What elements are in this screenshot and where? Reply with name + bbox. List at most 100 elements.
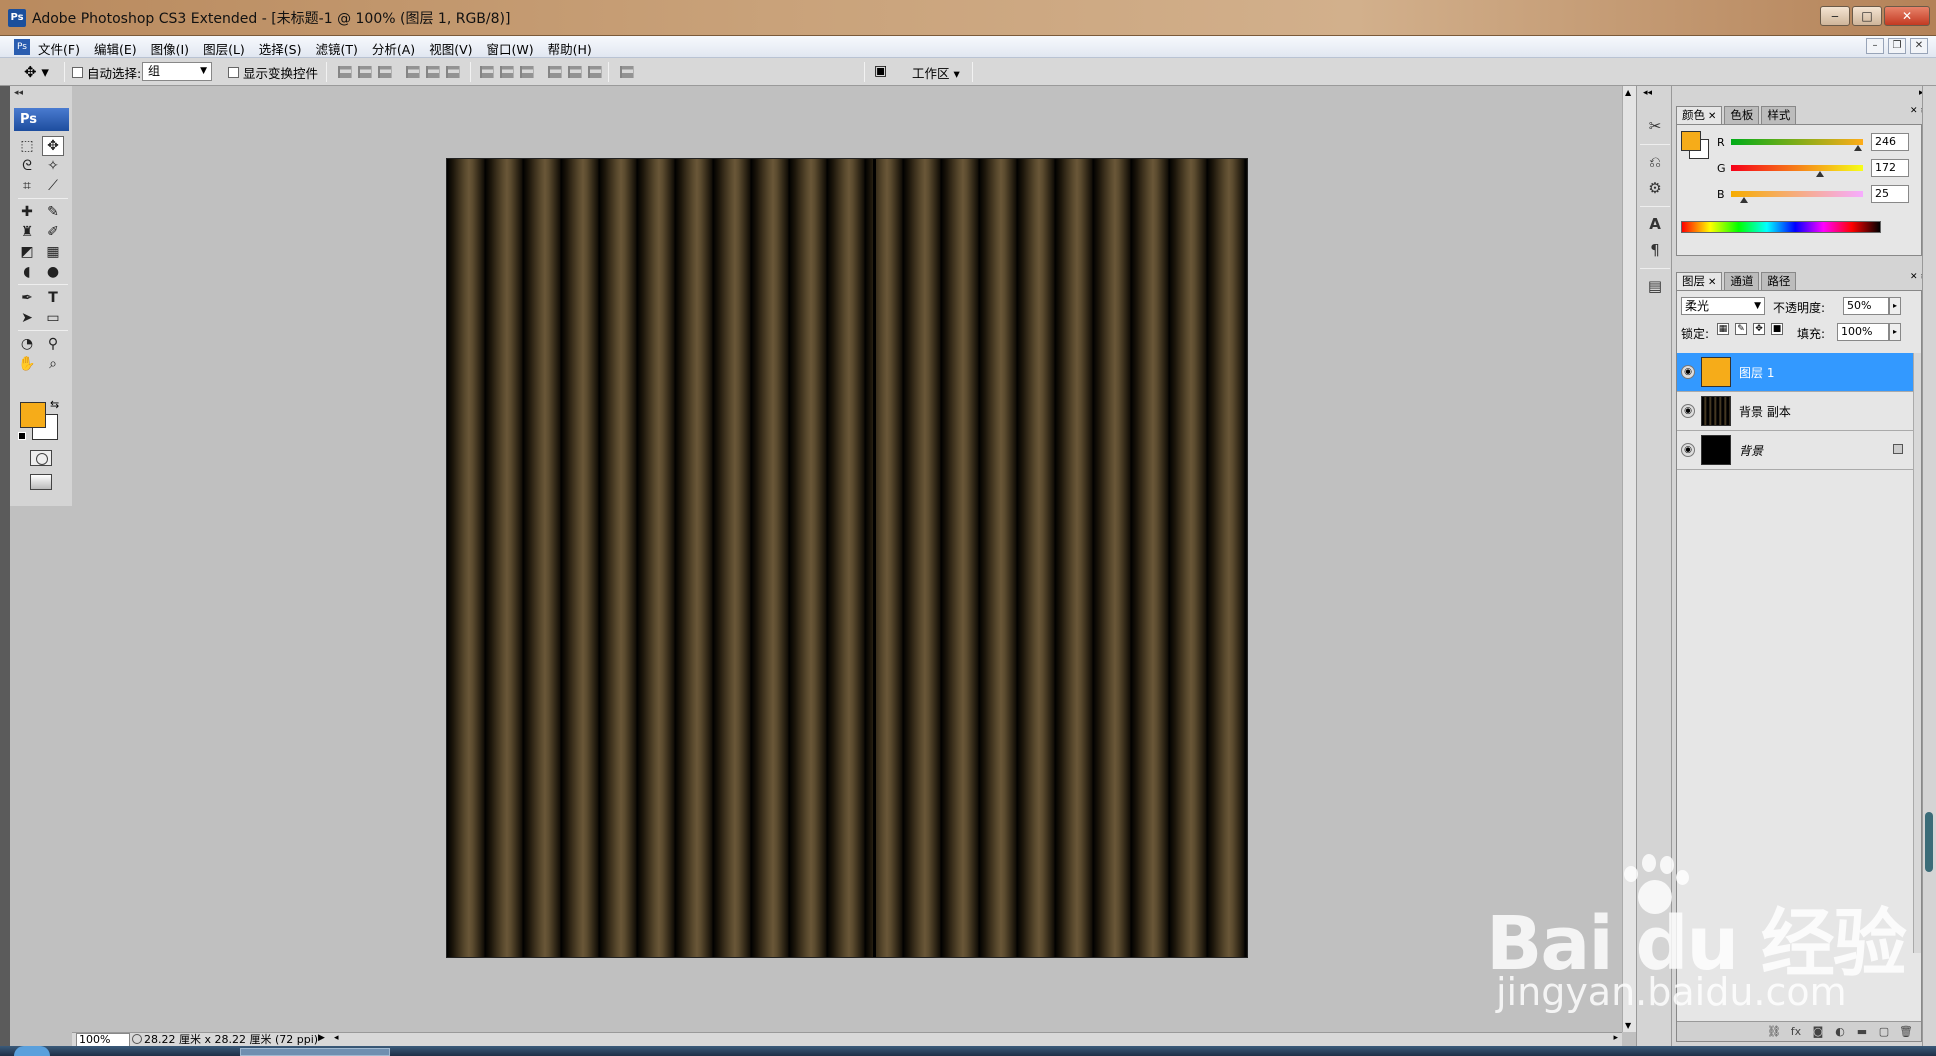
blue-value-field[interactable]: 25 (1871, 185, 1909, 203)
eye-icon[interactable]: ◉ (1681, 443, 1695, 457)
paragraph-icon[interactable]: ¶ (1643, 238, 1667, 262)
doc-close-button[interactable]: ✕ (1910, 38, 1928, 54)
blur-tool-icon[interactable]: ◖ (16, 262, 38, 282)
move-tool-preset-icon[interactable]: ✥ ▾ (24, 63, 49, 81)
tab-layers[interactable]: 图层 ✕ (1676, 272, 1723, 290)
history-icon[interactable]: ⎌ (1643, 150, 1667, 174)
menu-edit[interactable]: 编辑(E) (94, 39, 137, 58)
fill-field[interactable]: 100% (1837, 323, 1889, 341)
tab-color[interactable]: 颜色 ✕ (1676, 106, 1723, 124)
layer-comps-icon[interactable]: ▤ (1643, 274, 1667, 298)
green-value-field[interactable]: 172 (1871, 159, 1909, 177)
menu-layer[interactable]: 图层(L) (203, 39, 245, 58)
pen-tool-icon[interactable]: ✒ (16, 288, 38, 308)
3d-rotate-tool-icon[interactable]: ◔ (16, 334, 38, 354)
collapse-arrows-icon[interactable]: ◂◂ (1643, 88, 1652, 98)
align-right-icon[interactable] (446, 66, 460, 78)
green-channel-slider[interactable] (1731, 165, 1863, 171)
quick-mask-icon[interactable] (30, 450, 52, 466)
menu-filter[interactable]: 滤镜(T) (315, 39, 357, 58)
document-canvas[interactable] (446, 158, 1248, 958)
navigator-icon[interactable]: ✂ (1643, 114, 1667, 138)
tab-paths[interactable]: 路径 (1761, 272, 1797, 290)
type-tool-icon[interactable]: T (42, 288, 64, 308)
distribute-left-icon[interactable] (548, 66, 562, 78)
scroll-up-icon[interactable]: ▲ (1625, 88, 1631, 97)
zoom-tool-icon[interactable]: ⌕ (42, 354, 64, 374)
eyedropper-tool-icon[interactable]: ⚲ (42, 334, 64, 354)
scroll-down-icon[interactable]: ▼ (1625, 1021, 1631, 1030)
layer-row[interactable]: ◉ 图层 1 (1677, 353, 1915, 392)
align-vcenter-icon[interactable] (358, 66, 372, 78)
clone-stamp-tool-icon[interactable]: ♜ (16, 222, 38, 242)
swap-colors-icon[interactable]: ⇆ (50, 398, 59, 411)
link-layers-icon[interactable]: ⛓ (1767, 1025, 1781, 1038)
opacity-field[interactable]: 50% (1843, 297, 1889, 315)
close-icon[interactable]: ✕ (1708, 111, 1716, 122)
menu-analysis[interactable]: 分析(A) (372, 39, 415, 58)
new-layer-icon[interactable]: ▢ (1877, 1025, 1891, 1038)
align-top-icon[interactable] (338, 66, 352, 78)
distribute-vcenter-icon[interactable] (500, 66, 514, 78)
character-icon[interactable]: A (1643, 212, 1667, 236)
adjustment-layer-icon[interactable]: ◐ (1833, 1025, 1847, 1038)
show-transform-checkbox[interactable] (228, 67, 239, 78)
blend-mode-dropdown[interactable]: 柔光 ▼ (1681, 297, 1765, 315)
document-icon[interactable]: Ps (14, 39, 30, 55)
tab-swatches[interactable]: 色板 (1724, 106, 1760, 124)
menu-window[interactable]: 窗口(W) (487, 39, 534, 58)
history-brush-tool-icon[interactable]: ✐ (42, 222, 64, 242)
align-bottom-icon[interactable] (378, 66, 392, 78)
opacity-slider-arrow-icon[interactable]: ▸ (1889, 297, 1901, 315)
vertical-scrollbar[interactable]: ▲ ▼ (1622, 86, 1636, 1032)
palette-well-icon[interactable]: ▣ (874, 63, 887, 79)
auto-align-icon[interactable] (620, 66, 634, 78)
crop-tool-icon[interactable]: ⌗ (16, 176, 38, 196)
lock-position-icon[interactable]: ✥ (1753, 323, 1765, 335)
eye-icon[interactable]: ◉ (1681, 404, 1695, 418)
new-group-icon[interactable]: ▬ (1855, 1025, 1869, 1038)
layer-row[interactable]: ◉ 背景 (1677, 431, 1915, 470)
photoshop-app-icon[interactable]: Ps (8, 9, 26, 27)
scroll-left-icon[interactable]: ◂ (334, 1033, 339, 1043)
menu-image[interactable]: 图像(I) (151, 39, 189, 58)
delete-layer-icon[interactable]: 🗑 (1899, 1025, 1913, 1038)
close-button[interactable]: ✕ (1884, 6, 1930, 26)
auto-select-option[interactable]: 自动选择: (72, 63, 141, 82)
status-menu-arrow-icon[interactable]: ▶ (318, 1033, 325, 1043)
path-selection-tool-icon[interactable]: ➤ (16, 308, 38, 328)
red-slider-thumb[interactable] (1854, 145, 1863, 151)
distribute-right-icon[interactable] (588, 66, 602, 78)
layers-scrollbar[interactable] (1913, 353, 1921, 953)
show-transform-option[interactable]: 显示变换控件 (228, 63, 318, 82)
eraser-tool-icon[interactable]: ◩ (16, 242, 38, 262)
dodge-tool-icon[interactable]: ● (42, 262, 64, 282)
distribute-top-icon[interactable] (480, 66, 494, 78)
menu-file[interactable]: 文件(F) (38, 39, 80, 58)
info-icon[interactable] (132, 1034, 142, 1044)
green-slider-thumb[interactable] (1816, 171, 1825, 177)
lasso-tool-icon[interactable]: ᘓ (16, 156, 38, 176)
actions-icon[interactable]: ⚙ (1643, 176, 1667, 200)
ps-logo[interactable]: Ps (14, 108, 69, 131)
move-tool-icon[interactable]: ✥ (42, 136, 64, 156)
menu-help[interactable]: 帮助(H) (548, 39, 592, 58)
collapse-arrows-icon[interactable]: ◂◂ (14, 88, 23, 98)
maximize-button[interactable]: □ (1852, 6, 1882, 26)
hand-tool-icon[interactable]: ✋ (16, 354, 38, 374)
add-mask-icon[interactable]: ◙ (1811, 1025, 1825, 1038)
distribute-bottom-icon[interactable] (520, 66, 534, 78)
close-icon[interactable]: ✕ (1708, 277, 1716, 288)
minimize-button[interactable]: ‒ (1820, 6, 1850, 26)
start-button[interactable] (14, 1046, 50, 1056)
distribute-hcenter-icon[interactable] (568, 66, 582, 78)
align-hcenter-icon[interactable] (426, 66, 440, 78)
lock-transparent-icon[interactable]: ▦ (1717, 323, 1729, 335)
zoom-level-field[interactable]: 100% (76, 1033, 130, 1047)
lock-image-icon[interactable]: ✎ (1735, 323, 1747, 335)
taskbar-item[interactable] (240, 1048, 390, 1056)
red-channel-slider[interactable] (1731, 139, 1863, 145)
shape-tool-icon[interactable]: ▭ (42, 308, 64, 328)
slice-tool-icon[interactable]: ⟋ (42, 176, 64, 196)
color-spectrum-bar[interactable] (1681, 221, 1881, 233)
